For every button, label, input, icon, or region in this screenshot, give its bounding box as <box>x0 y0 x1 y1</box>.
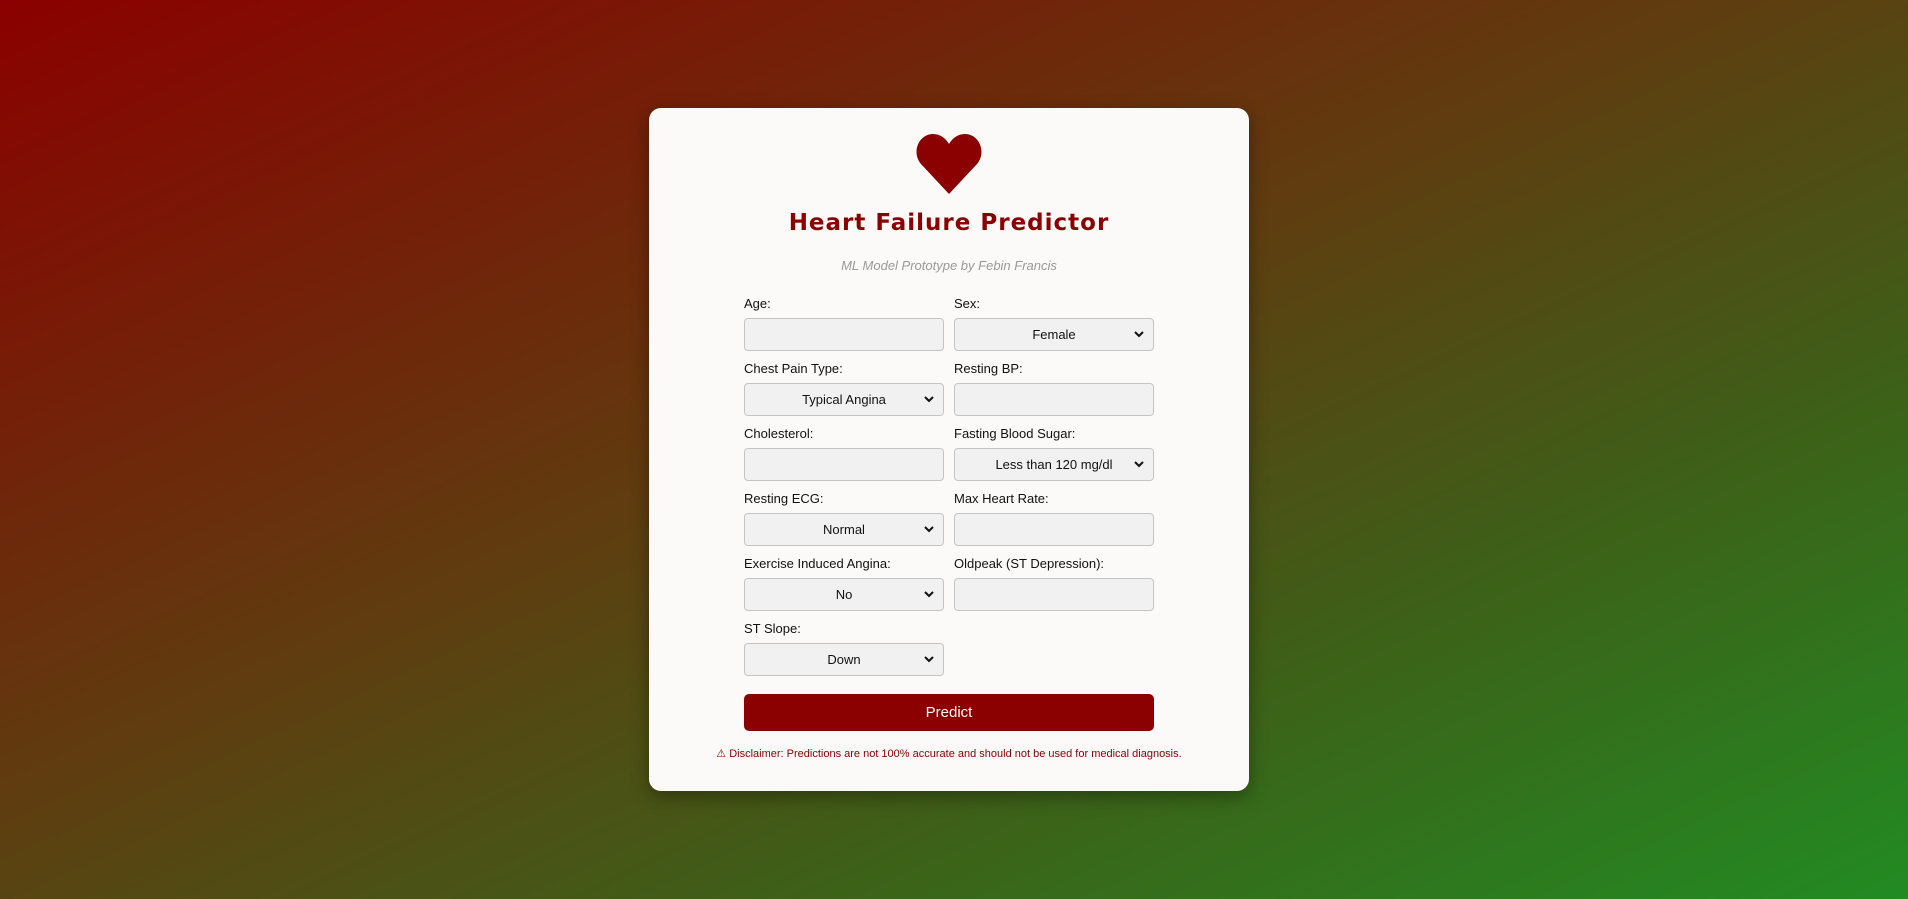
st-slope-select-value: Down <box>827 652 861 667</box>
chest-pain-select-value: Typical Angina <box>802 392 886 407</box>
chevron-down-icon <box>924 526 934 533</box>
exercise-angina-select[interactable]: No <box>744 578 944 611</box>
chest-pain-select[interactable]: Typical Angina <box>744 383 944 416</box>
resting-bp-input[interactable] <box>954 383 1154 416</box>
chest-pain-field-group: Chest Pain Type: Typical Angina <box>744 353 944 418</box>
page-title: Heart Failure Predictor <box>788 210 1110 236</box>
age-label: Age: <box>744 296 771 311</box>
st-slope-label: ST Slope: <box>744 621 801 636</box>
max-heart-rate-field-group: Max Heart Rate: <box>954 483 1154 548</box>
page-subtitle: ML Model Prototype by Febin Francis <box>841 258 1057 273</box>
st-slope-field-group: ST Slope: Down <box>744 613 944 678</box>
cholesterol-field-group: Cholesterol: <box>744 418 944 483</box>
cholesterol-label: Cholesterol: <box>744 426 814 441</box>
oldpeak-label: Oldpeak (ST Depression): <box>954 556 1105 571</box>
fasting-blood-sugar-select[interactable]: Less than 120 mg/dl <box>954 448 1154 481</box>
chest-pain-label: Chest Pain Type: <box>744 361 843 376</box>
st-slope-select[interactable]: Down <box>744 643 944 676</box>
cholesterol-input[interactable] <box>744 448 944 481</box>
max-heart-rate-input[interactable] <box>954 513 1154 546</box>
resting-ecg-label: Resting ECG: <box>744 491 824 506</box>
prediction-form: Age: Sex: Female Chest Pain Type: Typica… <box>744 288 1154 678</box>
disclaimer-text: ⚠ Disclaimer: Predictions are not 100% a… <box>716 748 1182 760</box>
predict-button[interactable]: Predict <box>744 694 1154 731</box>
chevron-down-icon <box>924 396 934 403</box>
max-heart-rate-label: Max Heart Rate: <box>954 491 1049 506</box>
sex-select[interactable]: Female <box>954 318 1154 351</box>
chevron-down-icon <box>924 591 934 598</box>
oldpeak-field-group: Oldpeak (ST Depression): <box>954 548 1154 613</box>
exercise-angina-select-value: No <box>835 587 853 602</box>
fasting-blood-sugar-field-group: Fasting Blood Sugar: Less than 120 mg/dl <box>954 418 1154 483</box>
sex-field-group: Sex: Female <box>954 288 1154 353</box>
fasting-blood-sugar-label: Fasting Blood Sugar: <box>954 426 1076 441</box>
chevron-down-icon <box>1134 331 1144 338</box>
predictor-card: Heart Failure Predictor ML Model Prototy… <box>649 108 1249 791</box>
resting-ecg-field-group: Resting ECG: Normal <box>744 483 944 548</box>
resting-ecg-select[interactable]: Normal <box>744 513 944 546</box>
heart-icon <box>916 134 982 194</box>
chevron-down-icon <box>924 656 934 663</box>
fasting-blood-sugar-select-value: Less than 120 mg/dl <box>995 457 1113 472</box>
chevron-down-icon <box>1134 461 1144 468</box>
exercise-angina-field-group: Exercise Induced Angina: No <box>744 548 944 613</box>
age-input[interactable] <box>744 318 944 351</box>
resting-ecg-select-value: Normal <box>823 522 865 537</box>
sex-select-value: Female <box>1032 327 1076 342</box>
sex-label: Sex: <box>954 296 981 311</box>
resting-bp-field-group: Resting BP: <box>954 353 1154 418</box>
exercise-angina-label: Exercise Induced Angina: <box>744 556 891 571</box>
oldpeak-input[interactable] <box>954 578 1154 611</box>
age-field-group: Age: <box>744 288 944 353</box>
resting-bp-label: Resting BP: <box>954 361 1023 376</box>
